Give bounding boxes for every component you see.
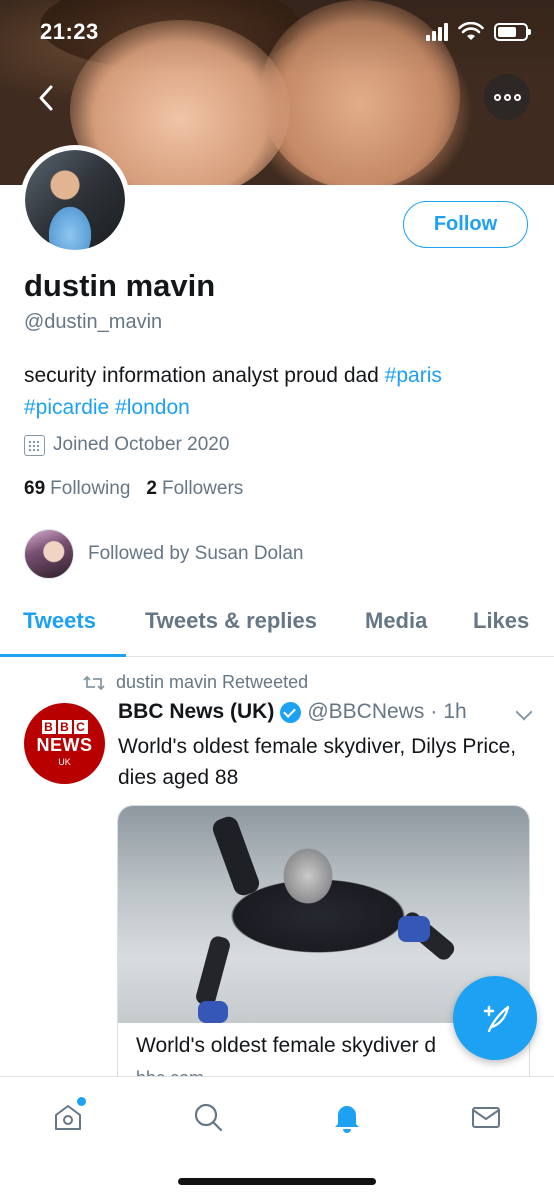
verified-badge-icon [280, 701, 302, 723]
wifi-icon [458, 22, 484, 40]
bbc-logo: B B C [41, 720, 88, 734]
followers-count: 2 [146, 478, 157, 499]
more-options-button[interactable] [484, 74, 530, 120]
search-icon [194, 1103, 223, 1132]
hashtag-link[interactable]: #london [115, 396, 190, 419]
tweet-header: BBC News (UK) @BBCNews · 1h [118, 700, 467, 724]
retweet-label: dustin mavin Retweeted [116, 672, 309, 692]
tweet-separator: · [430, 700, 438, 723]
status-time: 21:23 [40, 19, 99, 44]
messages-icon [472, 1107, 500, 1128]
joined-label: Joined October 2020 [53, 434, 230, 455]
link-card[interactable]: World's oldest female skydiver d bbc.com [117, 805, 530, 1095]
back-button[interactable] [22, 76, 70, 120]
nav-search[interactable] [188, 1097, 228, 1137]
status-bar: 21:23 [0, 0, 554, 64]
tab-tweets[interactable]: Tweets [23, 608, 96, 634]
following-count: 69 [24, 478, 46, 499]
profile-display-name: dustin mavin [24, 268, 216, 303]
battery-icon [494, 23, 531, 41]
chevron-left-icon [39, 85, 53, 111]
retweet-context[interactable]: dustin mavin Retweeted [82, 672, 308, 693]
tab-tweets-replies[interactable]: Tweets & replies [145, 608, 317, 634]
hashtag-link[interactable]: #paris [385, 364, 442, 387]
profile-avatar[interactable] [20, 145, 130, 255]
compose-tweet-button[interactable] [453, 976, 537, 1060]
tweet-author-name[interactable]: BBC News (UK) [118, 700, 274, 724]
bbc-logo-news: NEWS [36, 735, 93, 755]
status-icons [426, 22, 531, 42]
home-indicator [178, 1178, 376, 1185]
unread-dot [77, 1097, 86, 1106]
following-label: Following [50, 478, 131, 499]
follower-avatar [24, 529, 74, 579]
compose-tweet-icon [483, 1005, 510, 1033]
tweet-author-handle[interactable]: @BBCNews [307, 700, 424, 724]
profile-bio: security information analyst proud dad #… [24, 360, 524, 424]
bio-text: security information analyst proud dad [24, 364, 385, 387]
tweet-author-avatar[interactable]: B B C NEWS UK [24, 703, 105, 784]
following-link[interactable]: 69 Following [24, 478, 130, 500]
followers-link[interactable]: 2 Followers [146, 478, 243, 500]
signal-icon [426, 23, 448, 41]
followed-by-label: Followed by Susan Dolan [88, 543, 304, 564]
more-options-icon [493, 93, 501, 101]
followers-label: Followers [161, 478, 244, 499]
tab-likes[interactable]: Likes [473, 608, 529, 634]
tweet-time: 1h [443, 700, 467, 723]
active-tab-indicator [0, 654, 126, 657]
tab-media[interactable]: Media [365, 608, 427, 634]
tweet-text: World's oldest female skydiver, Dilys Pr… [118, 735, 517, 789]
link-card-title: World's oldest female skydiver d [136, 1034, 437, 1057]
nav-notifications[interactable] [327, 1097, 367, 1137]
nav-home[interactable] [48, 1097, 88, 1137]
followed-by-row[interactable]: Followed by Susan Dolan [24, 529, 303, 579]
retweet-icon [83, 675, 105, 690]
calendar-icon [24, 434, 45, 456]
follow-button[interactable]: Follow [403, 201, 528, 248]
bbc-logo-region: UK [58, 757, 71, 767]
nav-messages[interactable] [466, 1097, 506, 1137]
joined-date: Joined October 2020 [24, 434, 229, 456]
avatar [25, 150, 125, 250]
notifications-icon [335, 1106, 359, 1133]
chevron-down-icon[interactable] [515, 703, 533, 721]
profile-tabs: Tweets Tweets & replies Media Likes [0, 596, 554, 657]
profile-handle: @dustin_mavin [24, 311, 163, 333]
follow-counts: 69 Following 2 Followers [24, 478, 243, 500]
hashtag-link[interactable]: #picardie [24, 396, 109, 419]
